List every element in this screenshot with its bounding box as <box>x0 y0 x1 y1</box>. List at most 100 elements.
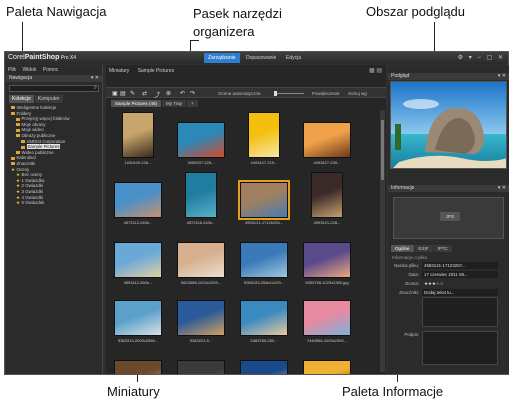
organizer-pane: Miniatury Sample Pictures ▦ ▤ ▣ ▤ ✎ ⇄ ⤴ … <box>106 65 386 374</box>
field-tags-label: Znaczniki: <box>399 290 419 295</box>
folder-icon <box>16 123 20 127</box>
thumbnail-image[interactable] <box>240 300 288 336</box>
thumbnail-image[interactable] <box>114 300 162 336</box>
add-tray-button[interactable]: + <box>187 100 198 107</box>
navigation-title: Nawigacja <box>9 75 33 81</box>
batch-icon[interactable]: ⇄ <box>142 90 147 97</box>
tab-edit[interactable]: Edycja <box>282 53 305 63</box>
view-toggle-icon[interactable]: ▦ ▤ <box>369 67 382 74</box>
thumbnail-image[interactable] <box>303 122 351 158</box>
title-bar: CorelPaintShop Pro X4 Zarządzanie Dopaso… <box>5 52 508 64</box>
breadcrumb-thumbnails[interactable]: Miniatury <box>109 68 129 74</box>
thumbnail-image[interactable] <box>248 112 280 158</box>
tab-manage[interactable]: Zarządzanie <box>204 53 240 63</box>
folder-icon <box>16 117 20 121</box>
tab-iptc[interactable]: IPTC <box>433 245 452 252</box>
thumbnail-image[interactable] <box>311 172 343 218</box>
leader-toolbar-tick <box>190 40 199 41</box>
rating-stars[interactable]: ★★★☆☆ <box>422 280 498 287</box>
menu-bar: Plik Widok Pomoc <box>8 67 63 73</box>
thumbnail-caption: 4593112-260e... <box>123 280 153 285</box>
thumbnail-image[interactable] <box>122 112 154 158</box>
zoom-slider-knob[interactable] <box>274 91 277 96</box>
tree-item[interactable]: ★ 5 Gwiazdek <box>9 200 101 206</box>
thumbnail-image[interactable] <box>303 300 351 336</box>
tree-item-label: Oceny <box>16 166 30 172</box>
callout-toolbar-line1: Pasek narzędzi <box>193 6 282 21</box>
thumbnail-caption: 4493427-219... <box>250 160 278 165</box>
app-window: CorelPaintShop Pro X4 Zarządzanie Dopaso… <box>4 51 509 375</box>
folder-tree: Inteligentne kolekcje Foldery Przejrzyj wi… <box>9 105 101 206</box>
tab-exif[interactable]: EXIF <box>414 245 433 252</box>
delete-icon[interactable]: ⊗ <box>166 90 171 97</box>
menu-file[interactable]: Plik <box>8 67 16 73</box>
thumbnail-image[interactable] <box>114 242 162 278</box>
navigation-tabs: Kolekcje Komputer <box>9 95 64 103</box>
menu-help[interactable]: Pomoc <box>43 67 59 73</box>
thumbnail-image[interactable] <box>303 242 351 278</box>
breadcrumb-folder[interactable]: Sample Pictures <box>138 68 174 74</box>
info-camera-box: JPG <box>393 197 504 239</box>
thumbnail-caption: 5383313-2003x2556... <box>117 338 159 343</box>
thumbnail-image[interactable] <box>177 122 225 158</box>
tab-my-tray[interactable]: My Tray <box>162 100 187 107</box>
info-close-icon[interactable]: ▾ ✕ <box>498 185 506 192</box>
thumbnail-image[interactable] <box>177 360 225 374</box>
tab-sample-pictures[interactable]: Sample Pictures (46) <box>111 100 162 107</box>
field-date-value[interactable]: 17 czerwiec 2011 08... <box>422 271 498 278</box>
field-date-label: Data: <box>408 272 420 277</box>
tab-computer[interactable]: Komputer <box>34 95 63 103</box>
field-filename-label: Nazwa pliku: <box>394 263 419 268</box>
field-date: Data: 17 czerwiec 2011 08... <box>391 271 505 278</box>
edit-icon[interactable]: ✎ <box>130 90 135 97</box>
field-filename-value[interactable]: 4593121-17123257... <box>422 262 498 269</box>
preview-title: Podgląd <box>391 73 410 79</box>
field-filename: Nazwa pliku: 4593121-17123257... <box>391 262 505 269</box>
thumbnail-image[interactable] <box>114 360 162 374</box>
thumbnail-image[interactable] <box>303 360 351 374</box>
app-title-prefix: Corel <box>8 54 25 61</box>
folder-icon <box>21 145 25 149</box>
thumbnail-image[interactable] <box>114 182 162 218</box>
view-list-icon[interactable]: ▤ <box>120 90 126 97</box>
tree-item-label: Moje obrazy <box>21 121 46 127</box>
thumbnail-caption: 3059337-225... <box>187 160 215 165</box>
right-panels: Podgląd ▾ ✕ Informacje ▾ ✕ JPG Ogólne EX… <box>388 65 509 374</box>
thumbnail-image[interactable] <box>238 180 290 220</box>
rotate-left-icon[interactable]: ↶ <box>180 90 185 97</box>
navigation-search-input[interactable]: ⌕ <box>9 85 99 92</box>
thumbnail-image[interactable] <box>240 360 288 374</box>
rotate-right-icon[interactable]: ↷ <box>190 90 195 97</box>
caption-input[interactable] <box>422 331 498 365</box>
tab-general[interactable]: Ogólne <box>391 245 414 252</box>
tab-collections[interactable]: Kolekcje <box>9 95 34 103</box>
thumbnail-image[interactable] <box>177 242 225 278</box>
sort-dropdown[interactable]: Sortuj wg <box>348 91 367 96</box>
thumbnail-scrollbar[interactable] <box>380 110 385 372</box>
thumbnail-image[interactable] <box>185 172 217 218</box>
tree-item-label: Wideo publiczne <box>21 149 54 155</box>
tree-item-label: 3 Gwiazdki <box>21 188 44 194</box>
tags-list <box>422 297 498 327</box>
tree-item-label: 4 Gwiazdki <box>21 194 44 200</box>
panel-menu-icon[interactable]: ▾ ✕ <box>91 75 99 82</box>
field-tags-input[interactable]: Dodaj tekst tu... <box>422 289 498 296</box>
thumbnail-caption: 4493427-239... <box>313 160 341 165</box>
thumbnail-image[interactable] <box>177 300 225 336</box>
tab-adjust[interactable]: Dopasowanie <box>242 53 280 63</box>
info-tabs: Ogólne EXIF IPTC <box>391 245 453 252</box>
scrollbar-thumb[interactable] <box>381 120 384 180</box>
menu-view[interactable]: Widok <box>22 67 36 73</box>
preview-close-icon[interactable]: ▾ ✕ <box>498 73 506 80</box>
folder-icon <box>11 106 15 110</box>
thumbnail-image[interactable] <box>240 242 288 278</box>
breadcrumb: Miniatury Sample Pictures <box>109 68 181 74</box>
thumbnail-caption: 1030449-226... <box>124 160 152 165</box>
zoom-slider[interactable] <box>274 91 304 96</box>
tree-item-label: 1 Gwiazdka <box>21 177 45 183</box>
folder-icon <box>11 156 15 160</box>
search-icon[interactable]: ⌕ <box>94 85 97 92</box>
select-all-icon[interactable]: ▣ <box>112 90 118 97</box>
window-controls[interactable]: ⚙ ▾ − ▢ ✕ <box>458 54 505 61</box>
share-icon[interactable]: ⤴ <box>154 90 160 99</box>
